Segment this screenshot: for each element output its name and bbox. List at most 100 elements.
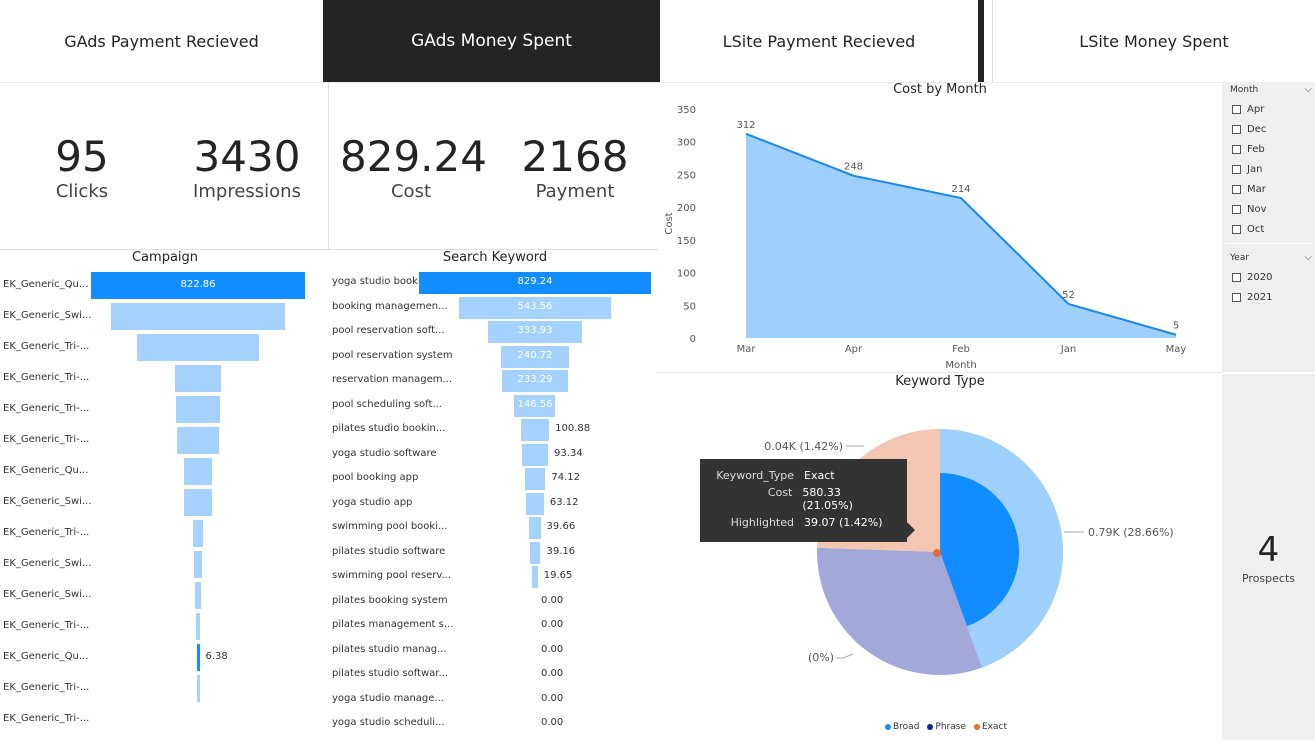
funnel-row-label: EK_Generic_Tri-... <box>3 681 90 693</box>
funnel-bar[interactable] <box>193 551 203 578</box>
funnel-bar[interactable] <box>110 303 286 330</box>
funnel-bar-value: 0.00 <box>541 668 564 679</box>
funnel-row-label: pilates management s... <box>332 619 454 630</box>
checkbox[interactable] <box>1232 164 1241 174</box>
month-option[interactable]: Jan <box>1232 159 1312 179</box>
funnel-bar[interactable] <box>529 517 541 539</box>
funnel-row-label: EK_Generic_Qu... <box>3 464 89 476</box>
funnel-bar[interactable] <box>526 492 544 515</box>
funnel-bar[interactable] <box>136 334 260 361</box>
tooltip-key: Highlighted <box>730 516 794 529</box>
month-option-label: Jan <box>1247 163 1263 175</box>
legend-item-phrase[interactable]: Phrase <box>927 722 966 732</box>
funnel-bar-value: 19.65 <box>543 570 573 581</box>
checkbox[interactable] <box>1232 224 1241 234</box>
keyword-type-tooltip: Keyword_Type Exact Cost 580.33 (21.05%) … <box>700 459 907 542</box>
funnel-bar[interactable] <box>183 458 213 485</box>
month-option[interactable]: Feb <box>1232 139 1312 159</box>
kpi-label: Payment <box>535 181 615 202</box>
month-option-label: Mar <box>1247 183 1266 195</box>
funnel-bar[interactable] <box>521 443 549 466</box>
nav-lsite-money-spent-button[interactable]: LSite Money Spent <box>992 0 1315 82</box>
funnel-bar[interactable] <box>195 582 201 609</box>
funnel-bar[interactable] <box>184 489 212 516</box>
funnel-bar-value: 146.56 <box>517 398 553 410</box>
funnel-bar[interactable] <box>532 566 538 588</box>
y-tick-label: 200 <box>677 203 696 214</box>
month-option[interactable]: Nov <box>1232 199 1312 219</box>
checkbox[interactable] <box>1232 292 1241 302</box>
kpi-value: 95 <box>55 132 109 181</box>
chevron-down-icon[interactable]: ⌵ <box>1304 84 1312 95</box>
checkbox[interactable] <box>1232 184 1241 194</box>
funnel-row-label: reservation managem... <box>332 374 453 385</box>
funnel-bar[interactable] <box>196 613 200 640</box>
funnel-row-label: yoga studio manage... <box>332 692 444 704</box>
nav-gads-money-spent-button[interactable]: GAds Money Spent <box>323 0 660 82</box>
funnel-bar-value: 6.38 <box>205 650 228 662</box>
kpi-label: Impressions <box>193 181 301 202</box>
funnel-row-label: pilates studio manag... <box>332 643 447 655</box>
kpi-payment: 2168 Payment <box>515 132 635 202</box>
month-option[interactable]: Oct <box>1232 219 1312 239</box>
year-option[interactable]: 2020 <box>1232 267 1312 287</box>
funnel-bar-value: 333.93 <box>517 325 553 336</box>
exact-marker[interactable] <box>933 549 941 557</box>
x-tick-label: May <box>1166 344 1187 355</box>
kpi-value: 3430 <box>193 132 301 181</box>
keyword-type-title: Keyword Type <box>895 374 985 389</box>
data-label: 214 <box>951 184 970 195</box>
campaign-title: Campaign <box>131 250 199 265</box>
y-tick-label: 300 <box>677 138 696 149</box>
funnel-row-label: yoga studio scheduli... <box>332 717 445 728</box>
tooltip-key: Keyword_Type <box>716 469 794 482</box>
month-option[interactable]: Dec <box>1232 119 1312 139</box>
kpi-divider <box>328 82 329 250</box>
nav-gads-payment-received-button[interactable]: GAds Payment Recieved <box>0 0 323 82</box>
funnel-bar[interactable] <box>192 520 204 547</box>
funnel-bar[interactable] <box>529 541 541 564</box>
month-option[interactable]: Apr <box>1232 99 1312 119</box>
y-tick-label: 350 <box>677 105 696 116</box>
pie-data-label: 0.79K (28.66%) <box>1088 526 1174 539</box>
year-option[interactable]: 2021 <box>1232 287 1312 307</box>
legend-item-broad[interactable]: Broad <box>885 722 919 732</box>
funnel-bar-value: 543.56 <box>517 300 553 312</box>
search-keyword-funnel: yoga studio booking... 829.24 booking mana… <box>328 270 658 735</box>
checkbox[interactable] <box>1232 104 1241 114</box>
checkbox[interactable] <box>1232 272 1241 282</box>
nav-button-label: GAds Payment Recieved <box>64 31 259 51</box>
funnel-bar[interactable] <box>524 468 546 490</box>
funnel-bar[interactable] <box>520 419 550 441</box>
funnel-row-label: EK_Generic_Tri-... <box>3 433 90 445</box>
panel-divider <box>1222 372 1315 374</box>
funnel-bar[interactable] <box>174 365 222 392</box>
funnel-bar-value: 39.66 <box>546 521 576 532</box>
legend-dot <box>974 724 980 730</box>
kpi-cost: 829.24 Cost <box>340 132 487 202</box>
x-tick-label: Mar <box>737 344 757 355</box>
funnel-bar[interactable] <box>176 427 220 454</box>
funnel-bar[interactable] <box>196 675 200 702</box>
month-option-label: Nov <box>1247 203 1267 215</box>
chevron-down-icon[interactable]: ⌵ <box>1304 252 1312 263</box>
funnel-bar[interactable] <box>196 644 200 671</box>
legend-label: Exact <box>982 722 1008 732</box>
month-slicer: Month ⌵ Apr Dec Feb Jan Mar Nov Oct <box>1226 84 1312 239</box>
checkbox[interactable] <box>1232 124 1241 134</box>
x-tick-label: Apr <box>845 344 863 355</box>
nav-lsite-payment-received-button[interactable]: LSite Payment Recieved <box>660 0 984 82</box>
funnel-bar-value: 0.00 <box>541 692 564 704</box>
funnel-bar-value: 100.88 <box>555 423 591 434</box>
funnel-bar[interactable] <box>175 396 221 423</box>
y-tick-label: 150 <box>677 236 696 247</box>
legend-item-exact[interactable]: Exact <box>974 722 1007 732</box>
funnel-bar-value: 822.86 <box>180 278 216 290</box>
funnel-bar-value: 93.34 <box>554 447 583 459</box>
funnel-row-label: yoga studio app <box>332 496 413 508</box>
checkbox[interactable] <box>1232 204 1241 214</box>
month-option-label: Dec <box>1247 123 1267 135</box>
funnel-row-label: EK_Generic_Swi... <box>3 588 92 600</box>
checkbox[interactable] <box>1232 144 1241 154</box>
month-option[interactable]: Mar <box>1232 179 1312 199</box>
